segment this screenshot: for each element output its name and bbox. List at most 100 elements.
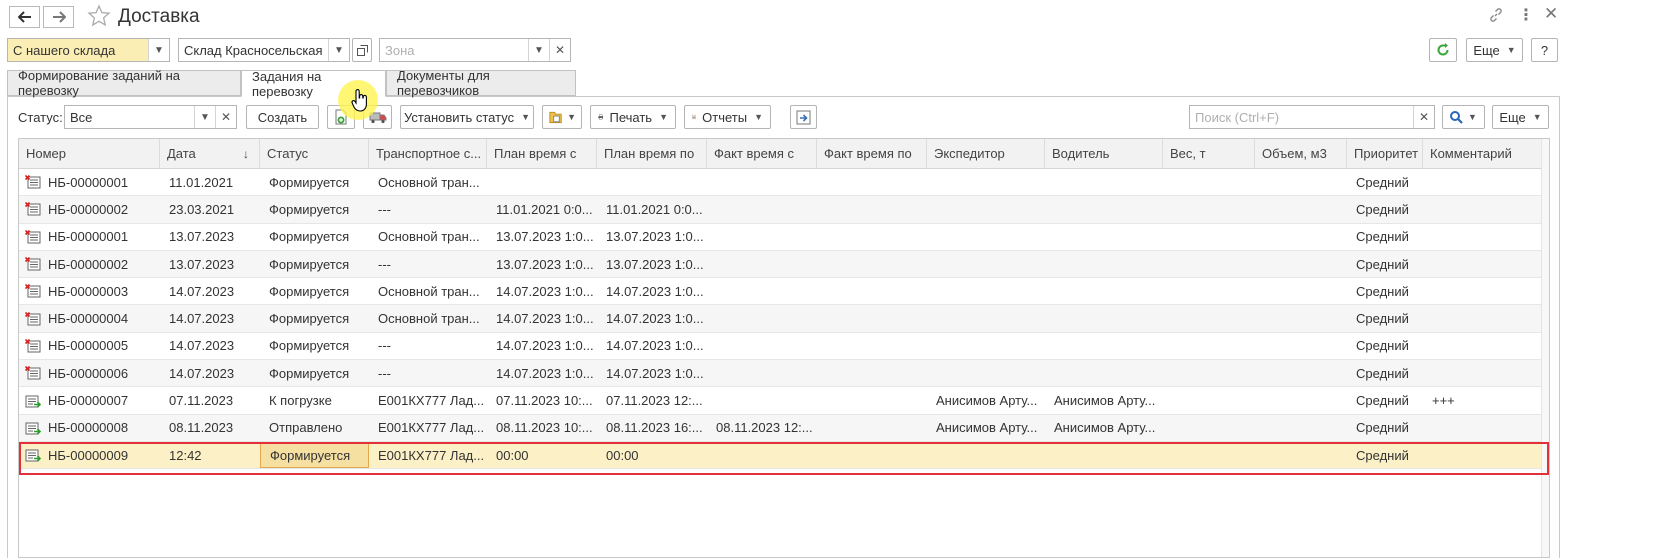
cell-driver[interactable]: Анисимов Арту...: [1045, 387, 1163, 413]
cell-fact-to[interactable]: [817, 442, 927, 468]
cell-plan-from[interactable]: 07.11.2023 10:...: [487, 387, 597, 413]
chevron-down-icon[interactable]: ▼: [194, 106, 215, 128]
cell-weight[interactable]: [1163, 305, 1255, 331]
cell-priority[interactable]: Средний: [1347, 224, 1423, 250]
cell-date[interactable]: 23.03.2021: [160, 196, 260, 222]
table-row[interactable]: НБ-00000005 14.07.2023 Формируется --- 14.07…: [19, 333, 1549, 361]
cell-transport[interactable]: Основной тран...: [369, 278, 487, 304]
cell-status[interactable]: Формируется: [260, 278, 369, 304]
cell-number[interactable]: НБ-00000003: [19, 278, 160, 304]
cell-plan-to[interactable]: 11.01.2021 0:0...: [597, 196, 707, 222]
column-header-plan-from[interactable]: План время с: [487, 139, 597, 168]
search-field[interactable]: Поиск (Ctrl+F) ✕: [1189, 105, 1435, 129]
cell-date[interactable]: 14.07.2023: [160, 278, 260, 304]
cell-date[interactable]: 13.07.2023: [160, 224, 260, 250]
cell-forwarder[interactable]: [927, 196, 1045, 222]
cell-priority[interactable]: Средний: [1347, 169, 1423, 195]
cell-status[interactable]: Формируется: [260, 305, 369, 331]
print-button[interactable]: Печать ▼: [590, 105, 676, 129]
cell-number[interactable]: НБ-00000009: [19, 442, 160, 468]
cell-plan-to[interactable]: 14.07.2023 1:0...: [597, 360, 707, 386]
table-row[interactable]: НБ-00000006 14.07.2023 Формируется --- 14.07…: [19, 360, 1549, 388]
cell-priority[interactable]: Средний: [1347, 305, 1423, 331]
cell-date[interactable]: 11.01.2021: [160, 169, 260, 195]
column-header-number[interactable]: Номер: [19, 139, 160, 168]
cell-plan-from[interactable]: 14.07.2023 1:0...: [487, 278, 597, 304]
clear-icon[interactable]: ✕: [549, 39, 570, 61]
cell-status[interactable]: Формируется: [260, 360, 369, 386]
cell-transport[interactable]: Основной тран...: [369, 224, 487, 250]
cell-driver[interactable]: [1045, 442, 1163, 468]
cell-transport[interactable]: ---: [369, 333, 487, 359]
cell-fact-from[interactable]: [707, 360, 817, 386]
attachments-button[interactable]: ▼: [542, 105, 582, 129]
column-header-volume[interactable]: Объем, м3: [1255, 139, 1347, 168]
cell-number[interactable]: НБ-00000001: [19, 224, 160, 250]
zone-select[interactable]: Зона ▼ ✕: [379, 38, 571, 62]
cell-transport[interactable]: ---: [369, 251, 487, 277]
cell-plan-to[interactable]: 08.11.2023 16:...: [597, 415, 707, 441]
cell-plan-to[interactable]: 07.11.2023 12:...: [597, 387, 707, 413]
cell-forwarder[interactable]: [927, 169, 1045, 195]
column-header-forwarder[interactable]: Экспедитор: [927, 139, 1045, 168]
cell-fact-to[interactable]: [817, 278, 927, 304]
cell-comment[interactable]: [1423, 196, 1543, 222]
cell-comment[interactable]: [1423, 442, 1543, 468]
cell-comment[interactable]: [1423, 415, 1543, 441]
cell-date[interactable]: 07.11.2023: [160, 387, 260, 413]
refresh-button[interactable]: [1429, 38, 1457, 62]
cell-plan-from[interactable]: 14.07.2023 1:0...: [487, 360, 597, 386]
column-header-date[interactable]: Дата ↓: [160, 139, 260, 168]
forward-button[interactable]: [43, 6, 74, 28]
cell-plan-from[interactable]: 11.01.2021 0:0...: [487, 196, 597, 222]
cell-plan-to[interactable]: 13.07.2023 1:0...: [597, 224, 707, 250]
warehouse-select[interactable]: Склад Красносельская ▼: [178, 38, 350, 62]
cell-transport[interactable]: Е001КХ777 Лад...: [369, 415, 487, 441]
export-button[interactable]: [790, 105, 817, 129]
cell-plan-from[interactable]: 14.07.2023 1:0...: [487, 305, 597, 331]
cell-driver[interactable]: Анисимов Арту...: [1045, 415, 1163, 441]
more-button[interactable]: Еще ▼: [1466, 38, 1523, 62]
table-row[interactable]: НБ-00000008 08.11.2023 Отправлено Е001КХ777…: [19, 414, 1549, 442]
link-button[interactable]: [1488, 7, 1504, 26]
cell-comment[interactable]: [1423, 278, 1543, 304]
cell-volume[interactable]: [1255, 169, 1347, 195]
cell-priority[interactable]: Средний: [1347, 442, 1423, 468]
cell-priority[interactable]: Средний: [1347, 333, 1423, 359]
cell-forwarder[interactable]: [927, 305, 1045, 331]
clear-icon[interactable]: ✕: [1413, 106, 1434, 128]
cell-number[interactable]: НБ-00000001: [19, 169, 160, 195]
cell-weight[interactable]: [1163, 333, 1255, 359]
cell-transport[interactable]: Е001КХ777 Лад...: [369, 387, 487, 413]
cell-number[interactable]: НБ-00000002: [19, 251, 160, 277]
cell-number[interactable]: НБ-00000008: [19, 415, 160, 441]
cell-fact-to[interactable]: [817, 305, 927, 331]
cell-fact-to[interactable]: [817, 360, 927, 386]
cell-weight[interactable]: [1163, 415, 1255, 441]
cell-volume[interactable]: [1255, 333, 1347, 359]
table-row[interactable]: НБ-00000002 23.03.2021 Формируется --- 11.01…: [19, 196, 1549, 224]
cell-plan-to[interactable]: 13.07.2023 1:0...: [597, 251, 707, 277]
cell-date[interactable]: 12:42: [160, 442, 260, 468]
cell-forwarder[interactable]: [927, 278, 1045, 304]
cell-forwarder[interactable]: [927, 224, 1045, 250]
cell-weight[interactable]: [1163, 169, 1255, 195]
table-row[interactable]: НБ-00000004 14.07.2023 Формируется Основной…: [19, 305, 1549, 333]
table-scrollbar[interactable]: [1541, 139, 1549, 557]
cell-volume[interactable]: [1255, 251, 1347, 277]
cell-plan-to[interactable]: 14.07.2023 1:0...: [597, 278, 707, 304]
tab-task-formation[interactable]: Формирование заданий на перевозку: [7, 68, 241, 98]
cell-comment[interactable]: +++: [1423, 387, 1543, 413]
cell-priority[interactable]: Средний: [1347, 360, 1423, 386]
cell-date[interactable]: 14.07.2023: [160, 305, 260, 331]
cell-date[interactable]: 14.07.2023: [160, 360, 260, 386]
cell-status[interactable]: Формируется: [260, 169, 369, 195]
cell-driver[interactable]: [1045, 305, 1163, 331]
cell-transport[interactable]: Основной тран...: [369, 305, 487, 331]
table-row[interactable]: НБ-00000001 11.01.2021 Формируется Основной…: [19, 169, 1549, 197]
cell-driver[interactable]: [1045, 333, 1163, 359]
cell-priority[interactable]: Средний: [1347, 415, 1423, 441]
cell-forwarder[interactable]: [927, 333, 1045, 359]
toolbar-more-button[interactable]: Еще ▼: [1492, 105, 1549, 129]
cell-plan-to[interactable]: 00:00: [597, 442, 707, 468]
